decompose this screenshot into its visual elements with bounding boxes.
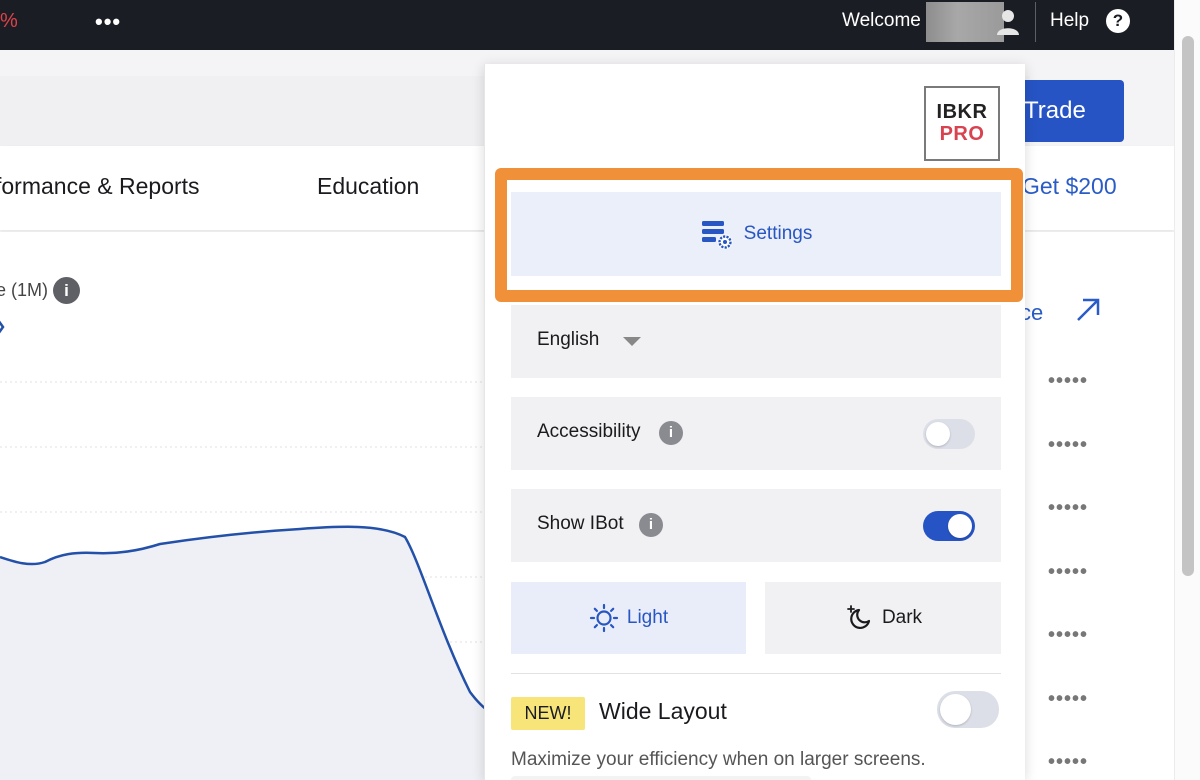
chart-info-icon[interactable]: i bbox=[53, 277, 80, 304]
topbar-divider bbox=[1035, 2, 1036, 42]
show-ibot-row: Show IBot i bbox=[511, 489, 1001, 562]
help-link[interactable]: Help bbox=[1050, 10, 1089, 32]
theme-dark-button[interactable]: Dark bbox=[765, 582, 1001, 654]
external-arrow-icon[interactable] bbox=[1074, 296, 1102, 324]
performance-chart bbox=[0, 320, 500, 780]
top-bar: % ••• Welcome Help ? bbox=[0, 0, 1174, 50]
more-menu-button[interactable]: ••• bbox=[95, 9, 121, 35]
moon-icon bbox=[847, 605, 871, 630]
welcome-label: Welcome bbox=[842, 10, 921, 31]
language-value: English bbox=[537, 329, 600, 350]
chart-title: e (1M) bbox=[0, 280, 49, 300]
wide-layout-description-cutoff bbox=[511, 776, 811, 780]
sun-icon bbox=[589, 603, 618, 633]
ibkr-pro-logo: IBKR PRO bbox=[924, 86, 1000, 161]
wide-layout-toggle[interactable] bbox=[937, 691, 999, 728]
wide-layout-description: Maximize your efficiency when on larger … bbox=[511, 749, 926, 770]
accessibility-info-icon[interactable]: i bbox=[659, 421, 683, 445]
panel-divider bbox=[511, 673, 1001, 674]
masked-value: ••••• bbox=[1048, 560, 1089, 583]
toggle-knob bbox=[926, 422, 950, 446]
new-badge: NEW! bbox=[511, 697, 585, 730]
nav-performance-reports[interactable]: formance & Reports bbox=[0, 173, 200, 200]
language-select[interactable]: English bbox=[511, 305, 1001, 378]
masked-value: ••••• bbox=[1048, 687, 1089, 710]
nav-promo-get-200[interactable]: Get $200 bbox=[1022, 173, 1117, 200]
percent-fragment: % bbox=[0, 10, 18, 32]
show-ibot-label: Show IBot bbox=[537, 513, 624, 534]
logo-text-top: IBKR bbox=[936, 101, 988, 123]
chart-arrow-fragment bbox=[0, 320, 5, 334]
username-redacted bbox=[926, 2, 1004, 42]
logo-text-bottom: PRO bbox=[939, 123, 985, 145]
toggle-knob bbox=[940, 694, 971, 725]
masked-value: ••••• bbox=[1048, 433, 1089, 456]
settings-highlight-box bbox=[495, 168, 1023, 302]
theme-light-button[interactable]: Light bbox=[511, 582, 746, 654]
masked-value: ••••• bbox=[1048, 751, 1089, 773]
scrollbar-thumb[interactable] bbox=[1182, 36, 1194, 576]
wide-layout-label: Wide Layout bbox=[599, 698, 727, 724]
user-icon[interactable] bbox=[996, 8, 1020, 36]
show-ibot-info-icon[interactable]: i bbox=[639, 513, 663, 537]
masked-value: ••••• bbox=[1048, 624, 1089, 646]
theme-light-label: Light bbox=[626, 607, 669, 628]
masked-values-column: ••••• ••••• ••••• ••••• ••••• ••••• ••••… bbox=[1048, 370, 1088, 780]
theme-dark-label: Dark bbox=[881, 607, 923, 628]
show-ibot-toggle[interactable] bbox=[923, 511, 975, 541]
page-scrollbar[interactable] bbox=[1174, 0, 1200, 780]
masked-value: ••••• bbox=[1048, 370, 1089, 392]
toggle-knob bbox=[948, 514, 972, 538]
chevron-down-icon bbox=[623, 337, 641, 346]
user-settings-panel: IBKR PRO Settings English Accessibility … bbox=[484, 64, 1025, 780]
help-question-icon[interactable]: ? bbox=[1106, 9, 1130, 33]
nav-education[interactable]: Education bbox=[317, 173, 419, 200]
masked-value: ••••• bbox=[1048, 497, 1089, 519]
accessibility-row: Accessibility i bbox=[511, 397, 1001, 470]
accessibility-label: Accessibility bbox=[537, 421, 641, 442]
accessibility-toggle[interactable] bbox=[923, 419, 975, 449]
